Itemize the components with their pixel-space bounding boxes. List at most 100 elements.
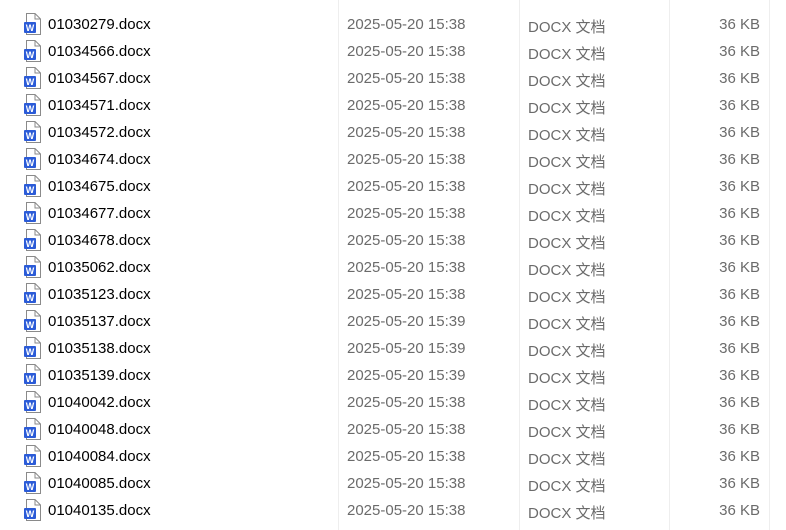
word-document-icon: W [24, 175, 41, 197]
word-document-icon: W [24, 121, 41, 143]
file-row[interactable]: W 01040085.docx 2025-05-20 15:38 DOCX 文档… [0, 471, 786, 498]
file-modified-date: 2025-05-20 15:39 [347, 340, 466, 357]
file-size: 36 KB [719, 313, 760, 330]
svg-text:W: W [26, 455, 35, 465]
file-row[interactable]: W 01034674.docx 2025-05-20 15:38 DOCX 文档… [0, 147, 786, 174]
svg-text:W: W [26, 320, 35, 330]
file-modified-date: 2025-05-20 15:38 [347, 43, 466, 60]
file-row[interactable]: W 01040135.docx 2025-05-20 15:38 DOCX 文档… [0, 498, 786, 525]
file-row[interactable]: W 01040042.docx 2025-05-20 15:38 DOCX 文档… [0, 390, 786, 417]
word-document-icon: W [24, 13, 41, 35]
file-modified-date: 2025-05-20 15:38 [347, 205, 466, 222]
svg-text:W: W [26, 104, 35, 114]
file-size: 36 KB [719, 16, 760, 33]
word-document-icon: W [24, 67, 41, 89]
file-name: 01034677.docx [48, 205, 151, 222]
word-document-icon: W [24, 499, 41, 521]
file-row[interactable]: W 01040084.docx 2025-05-20 15:38 DOCX 文档… [0, 444, 786, 471]
svg-text:W: W [26, 266, 35, 276]
svg-text:W: W [26, 50, 35, 60]
word-document-icon: W [24, 229, 41, 251]
file-type: DOCX 文档 [528, 370, 606, 387]
file-row[interactable]: W 01034566.docx 2025-05-20 15:38 DOCX 文档… [0, 39, 786, 66]
file-modified-date: 2025-05-20 15:38 [347, 124, 466, 141]
svg-text:W: W [26, 158, 35, 168]
file-name: 01034566.docx [48, 43, 151, 60]
svg-text:W: W [26, 347, 35, 357]
file-modified-date: 2025-05-20 15:38 [347, 394, 466, 411]
file-modified-date: 2025-05-20 15:39 [347, 367, 466, 384]
file-modified-date: 2025-05-20 15:38 [347, 421, 466, 438]
file-row[interactable]: W 01034677.docx 2025-05-20 15:38 DOCX 文档… [0, 201, 786, 228]
word-document-icon: W [24, 337, 41, 359]
file-row[interactable]: W 01034572.docx 2025-05-20 15:38 DOCX 文档… [0, 120, 786, 147]
file-size: 36 KB [719, 367, 760, 384]
svg-text:W: W [26, 185, 35, 195]
svg-text:W: W [26, 131, 35, 141]
file-name: 01030279.docx [48, 16, 151, 33]
file-size: 36 KB [719, 286, 760, 303]
file-size: 36 KB [719, 124, 760, 141]
word-document-icon: W [24, 256, 41, 278]
file-modified-date: 2025-05-20 15:38 [347, 232, 466, 249]
file-size: 36 KB [719, 448, 760, 465]
file-row[interactable]: W 01034675.docx 2025-05-20 15:38 DOCX 文档… [0, 174, 786, 201]
file-name: 01034572.docx [48, 124, 151, 141]
file-type: DOCX 文档 [528, 46, 606, 63]
file-type: DOCX 文档 [528, 208, 606, 225]
file-row[interactable]: W 01035139.docx 2025-05-20 15:39 DOCX 文档… [0, 363, 786, 390]
word-document-icon: W [24, 148, 41, 170]
file-type: DOCX 文档 [528, 235, 606, 252]
file-type: DOCX 文档 [528, 181, 606, 198]
svg-text:W: W [26, 428, 35, 438]
file-name: 01035123.docx [48, 286, 151, 303]
file-size: 36 KB [719, 178, 760, 195]
file-name: 01034571.docx [48, 97, 151, 114]
svg-text:W: W [26, 509, 35, 519]
file-row[interactable]: W 01040048.docx 2025-05-20 15:38 DOCX 文档… [0, 417, 786, 444]
svg-text:W: W [26, 482, 35, 492]
file-row[interactable]: W 01034571.docx 2025-05-20 15:38 DOCX 文档… [0, 93, 786, 120]
file-name: 01035139.docx [48, 367, 151, 384]
file-row[interactable]: W 01034567.docx 2025-05-20 15:38 DOCX 文档… [0, 66, 786, 93]
file-modified-date: 2025-05-20 15:38 [347, 286, 466, 303]
file-row[interactable]: W 01030279.docx 2025-05-20 15:38 DOCX 文档… [0, 12, 786, 39]
file-size: 36 KB [719, 394, 760, 411]
file-type: DOCX 文档 [528, 19, 606, 36]
file-row[interactable]: W 01035123.docx 2025-05-20 15:38 DOCX 文档… [0, 282, 786, 309]
file-row[interactable]: W 01035138.docx 2025-05-20 15:39 DOCX 文档… [0, 336, 786, 363]
file-modified-date: 2025-05-20 15:38 [347, 151, 466, 168]
file-name: 01040135.docx [48, 502, 151, 519]
word-document-icon: W [24, 391, 41, 413]
file-row[interactable]: W 01035062.docx 2025-05-20 15:38 DOCX 文档… [0, 255, 786, 282]
file-name: 01035138.docx [48, 340, 151, 357]
file-modified-date: 2025-05-20 15:38 [347, 178, 466, 195]
file-name: 01040085.docx [48, 475, 151, 492]
file-type: DOCX 文档 [528, 262, 606, 279]
word-document-icon: W [24, 40, 41, 62]
file-size: 36 KB [719, 205, 760, 222]
file-modified-date: 2025-05-20 15:38 [347, 448, 466, 465]
file-type: DOCX 文档 [528, 505, 606, 522]
file-type: DOCX 文档 [528, 154, 606, 171]
file-name: 01034678.docx [48, 232, 151, 249]
svg-text:W: W [26, 401, 35, 411]
file-type: DOCX 文档 [528, 397, 606, 414]
word-document-icon: W [24, 283, 41, 305]
file-type: DOCX 文档 [528, 73, 606, 90]
file-row[interactable]: W 01035137.docx 2025-05-20 15:39 DOCX 文档… [0, 309, 786, 336]
file-row[interactable]: W 01034678.docx 2025-05-20 15:38 DOCX 文档… [0, 228, 786, 255]
file-modified-date: 2025-05-20 15:38 [347, 475, 466, 492]
svg-text:W: W [26, 293, 35, 303]
word-document-icon: W [24, 202, 41, 224]
file-type: DOCX 文档 [528, 343, 606, 360]
file-size: 36 KB [719, 475, 760, 492]
word-document-icon: W [24, 418, 41, 440]
file-modified-date: 2025-05-20 15:38 [347, 259, 466, 276]
file-size: 36 KB [719, 502, 760, 519]
file-modified-date: 2025-05-20 15:39 [347, 313, 466, 330]
file-type: DOCX 文档 [528, 100, 606, 117]
file-type: DOCX 文档 [528, 451, 606, 468]
file-name: 01040084.docx [48, 448, 151, 465]
word-document-icon: W [24, 445, 41, 467]
